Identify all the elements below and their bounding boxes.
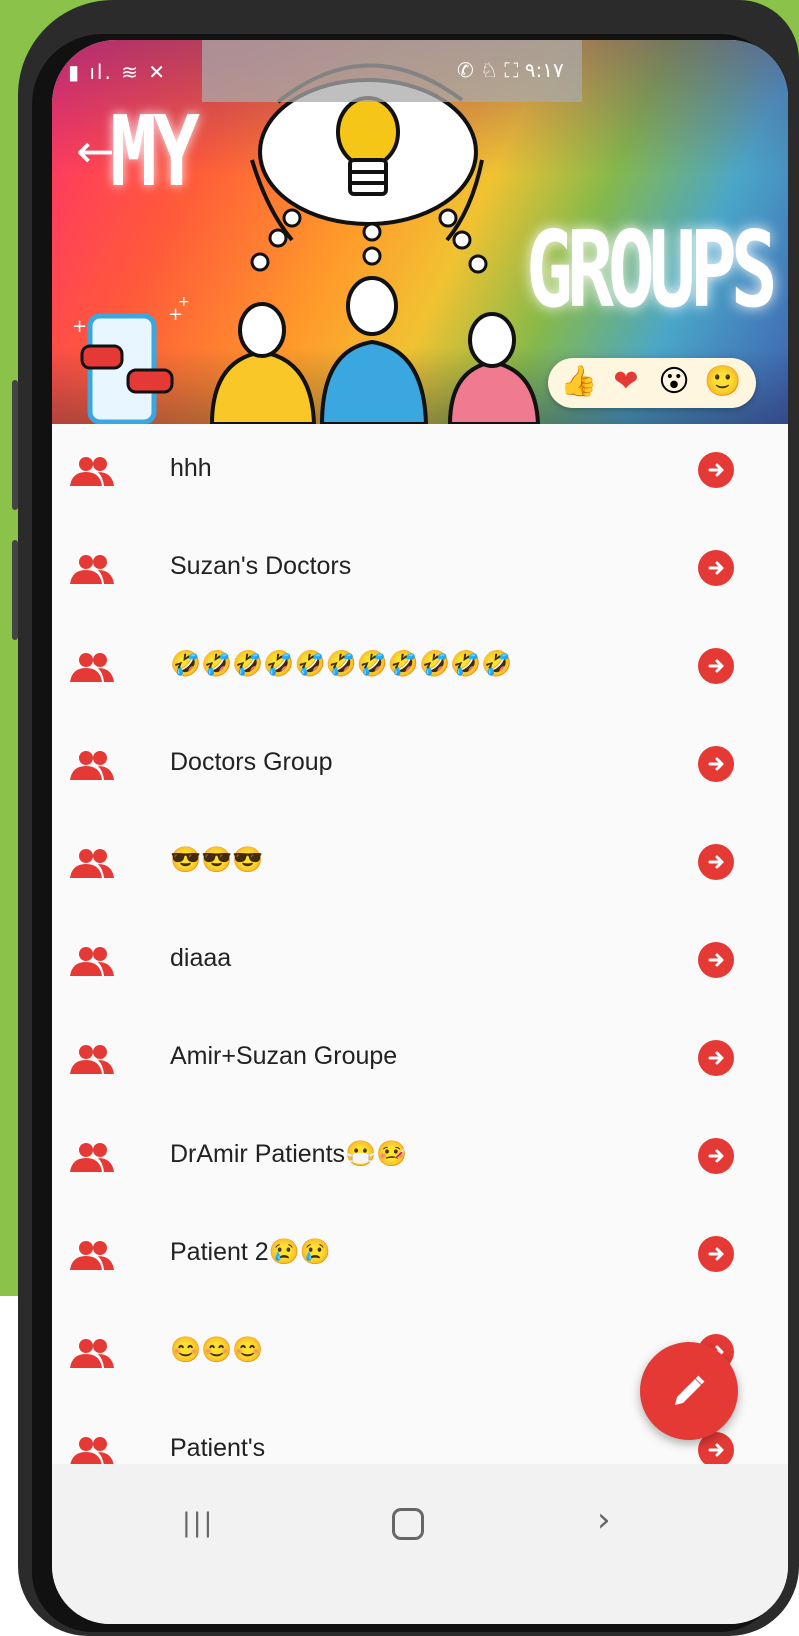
group-icon bbox=[70, 849, 114, 878]
recents-button[interactable]: ||| bbox=[182, 1508, 214, 1538]
list-item[interactable]: hhh bbox=[52, 424, 788, 522]
svg-text:+: + bbox=[72, 316, 87, 337]
arrow-right-circle-icon[interactable] bbox=[698, 1040, 734, 1076]
pencil-icon bbox=[675, 1375, 705, 1405]
back-button[interactable]: › bbox=[597, 1500, 611, 1540]
arrow-right-circle-icon[interactable] bbox=[698, 746, 734, 782]
group-icon bbox=[70, 1437, 114, 1466]
list-item[interactable]: Amir+Suzan Groupe bbox=[52, 1012, 788, 1110]
reaction-pill: 👍 ❤ 😮 🙂 bbox=[548, 358, 756, 408]
smile-face-icon: 🙂 bbox=[704, 364, 742, 399]
list-item[interactable]: DrAmir Patients😷🤒 bbox=[52, 1110, 788, 1208]
app-screen: + + + ▮ ıl. ≋ ✕ ✆ ♘ ⛶ ٩:١٧ MY ← GROUPS 👍… bbox=[52, 40, 788, 1624]
arrow-right-circle-icon[interactable] bbox=[698, 1236, 734, 1272]
group-name: hhh bbox=[170, 454, 212, 482]
heart-icon: ❤ bbox=[613, 364, 639, 399]
arrow-right-circle-icon[interactable] bbox=[698, 452, 734, 488]
status-left-icons: ▮ ıl. ≋ ✕ bbox=[68, 60, 168, 84]
system-nav-bar: ||| › bbox=[52, 1464, 788, 1624]
list-item[interactable]: 🤣🤣🤣🤣🤣🤣🤣🤣🤣🤣🤣 bbox=[52, 620, 788, 718]
group-name: diaaa bbox=[170, 944, 232, 972]
header-banner: + + + ▮ ıl. ≋ ✕ ✆ ♘ ⛶ ٩:١٧ MY ← GROUPS 👍… bbox=[52, 40, 788, 424]
arrow-right-circle-icon[interactable] bbox=[698, 648, 734, 684]
banner-title-groups: GROUPS bbox=[526, 210, 778, 332]
status-bar: ▮ ıl. ≋ ✕ ✆ ♘ ⛶ ٩:١٧ bbox=[52, 40, 788, 100]
arrow-right-circle-icon[interactable] bbox=[698, 550, 734, 586]
group-name: DrAmir Patients😷🤒 bbox=[170, 1140, 408, 1168]
list-item[interactable]: Doctors Group bbox=[52, 718, 788, 816]
power-button bbox=[12, 540, 18, 640]
group-name: Patient's bbox=[170, 1434, 266, 1462]
group-name: 😊😊😊 bbox=[170, 1336, 264, 1364]
group-name: Patient 2😢😢 bbox=[170, 1238, 331, 1266]
group-icon bbox=[70, 751, 114, 780]
group-icon bbox=[70, 1143, 114, 1172]
list-item[interactable]: 😎😎😎 bbox=[52, 816, 788, 914]
home-button[interactable] bbox=[392, 1508, 424, 1540]
group-icon bbox=[70, 1241, 114, 1270]
back-arrow-icon[interactable]: ← bbox=[76, 128, 115, 174]
group-icon bbox=[70, 947, 114, 976]
thumbs-up-icon: 👍 bbox=[560, 364, 598, 399]
new-group-fab-button[interactable] bbox=[640, 1342, 738, 1440]
svg-text:+: + bbox=[178, 294, 190, 310]
surprised-face-icon: 😮 bbox=[658, 364, 690, 399]
group-icon bbox=[70, 1045, 114, 1074]
group-icon bbox=[70, 653, 114, 682]
list-item[interactable]: Suzan's Doctors bbox=[52, 522, 788, 620]
arrow-right-circle-icon[interactable] bbox=[698, 942, 734, 978]
group-name: Suzan's Doctors bbox=[170, 552, 352, 580]
group-name: Doctors Group bbox=[170, 748, 333, 776]
group-name: Amir+Suzan Groupe bbox=[170, 1042, 398, 1070]
group-name: 🤣🤣🤣🤣🤣🤣🤣🤣🤣🤣🤣 bbox=[170, 650, 513, 678]
volume-button bbox=[12, 380, 18, 510]
list-item[interactable]: Patient 2😢😢 bbox=[52, 1208, 788, 1306]
arrow-right-circle-icon[interactable] bbox=[698, 1138, 734, 1174]
list-item[interactable]: diaaa bbox=[52, 914, 788, 1012]
status-right-icons: ✆ ♘ ⛶ ٩:١٧ bbox=[457, 58, 564, 82]
group-name: 😎😎😎 bbox=[170, 846, 264, 874]
group-icon bbox=[70, 1339, 114, 1368]
group-icon bbox=[70, 555, 114, 584]
group-icon bbox=[70, 457, 114, 486]
arrow-right-circle-icon[interactable] bbox=[698, 844, 734, 880]
banner-title-my: MY bbox=[110, 96, 200, 209]
